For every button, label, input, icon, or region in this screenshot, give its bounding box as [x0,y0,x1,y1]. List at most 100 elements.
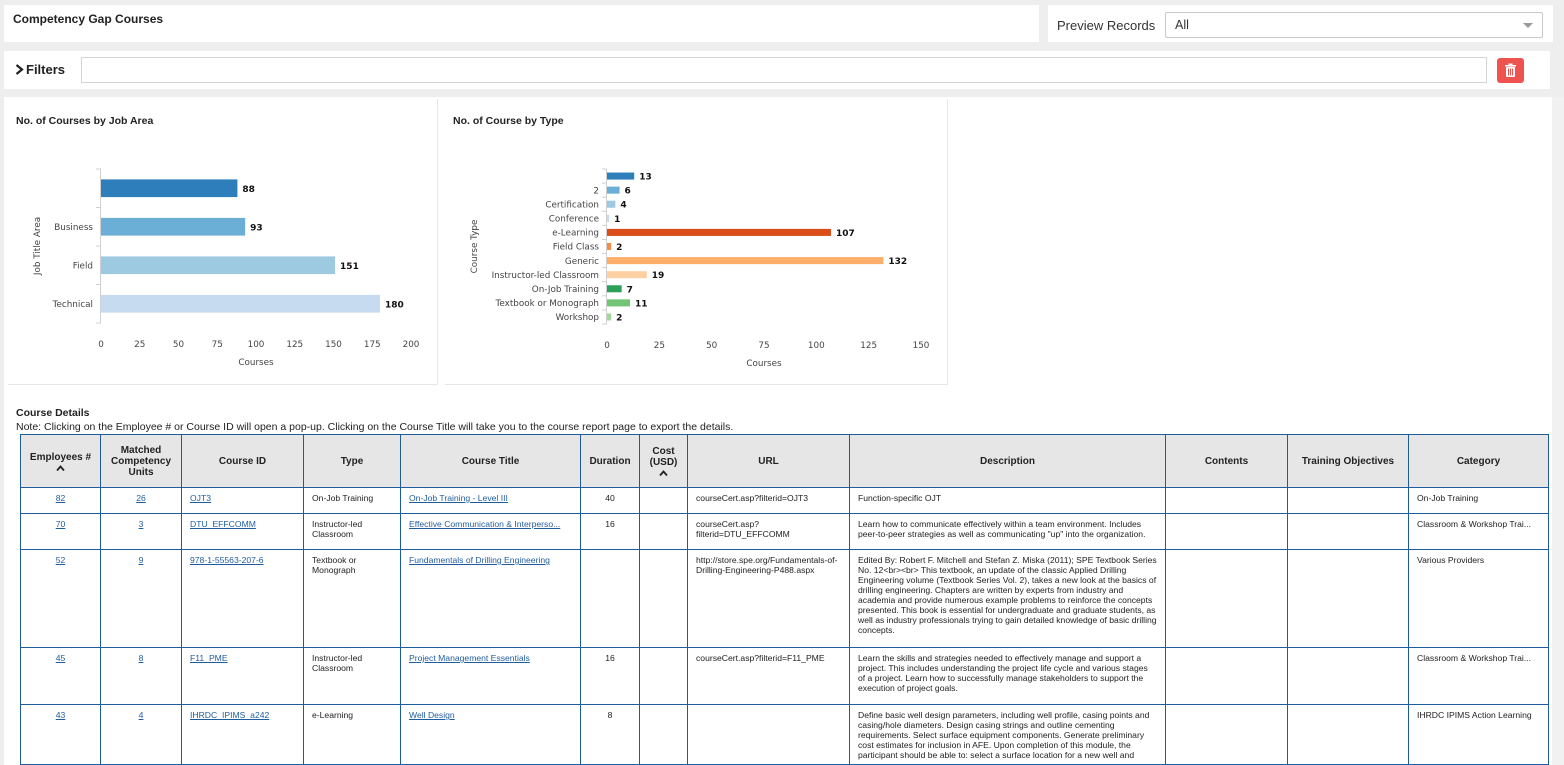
y-axis-title: Job Title Area [33,217,43,276]
table-cell: Classroom & Workshop Trai... [1408,647,1549,705]
table-cell: Project Management Essentials [400,647,581,705]
table-cell: Classroom & Workshop Trai... [1408,513,1549,550]
column-header-contents[interactable]: Contents [1165,434,1288,488]
header-panel: Competency Gap Courses [4,5,1039,42]
employee-count-link[interactable]: 82 [56,493,66,503]
bar [607,214,610,222]
bar [607,285,622,293]
column-header-type[interactable]: Type [303,434,401,488]
employee-count-link[interactable]: 43 [56,710,66,720]
course-title-link[interactable]: On-Job Training - Level III [409,493,572,503]
chevron-right-icon [15,64,24,75]
table-row: 45 8 F11_PME Instructor-led Classroom Projec… [20,647,1549,705]
table-row: 52 9 978-1-55563-207-6 Textbook or Monograp… [20,549,1549,648]
x-tick-label: 25 [134,340,145,350]
column-header-url[interactable]: URL [687,434,850,488]
data-label: 4 [620,201,626,211]
filters-input[interactable] [81,57,1487,83]
url-cell: courseCert.asp? filterid=DTU_EFFCOMM [696,519,790,539]
x-tick-label: 100 [808,341,825,351]
column-header-training-objectives[interactable]: Training Objectives [1287,434,1409,488]
table-cell: Edited By: Robert F. Mitchell and Stefan… [849,549,1166,648]
sort-ascending-icon [659,470,668,476]
table-cell [1165,549,1288,648]
vertical-scrollbar[interactable] [1552,97,1564,765]
table-cell [639,647,688,705]
description-cell: Learn the skills and strategies needed t… [858,653,1148,693]
x-tick-label: 50 [173,340,185,350]
preview-records-select[interactable]: All [1165,12,1543,38]
course-title-link[interactable]: Fundamentals of Drilling Engineering [409,555,572,565]
category-label: Certification [545,200,599,210]
duration-cell: 16 [605,519,615,529]
duration-cell: 40 [605,493,615,503]
preview-records-panel: Preview Records All [1048,5,1553,42]
data-label: 13 [639,173,652,183]
bar [101,217,246,236]
url-cell: http://store.spe.org/Fundamentals-of-Dri… [696,555,838,575]
table-cell: 16 [580,513,640,550]
chevron-down-icon [1523,23,1533,28]
course-details-table: Employees # Matched Competency Units Cou… [20,434,1549,765]
matched-units-link[interactable]: 26 [136,493,146,503]
bar [607,186,620,194]
duration-cell: 16 [605,653,615,663]
clear-filters-button[interactable] [1497,58,1524,83]
column-header-description[interactable]: Description [849,434,1166,488]
employee-count-link[interactable]: 52 [56,555,66,565]
employee-count-link[interactable]: 45 [56,653,66,663]
matched-units-link[interactable]: 3 [139,519,144,529]
course-type-cell: Textbook or Monograph [312,555,357,575]
x-tick-label: 0 [98,340,104,350]
course-id-link[interactable]: F11_PME [190,653,228,663]
table-cell: F11_PME [181,647,304,705]
x-axis-title: Courses [238,358,274,368]
table-cell [1165,487,1288,514]
matched-units-link[interactable]: 9 [139,555,144,565]
filters-toggle[interactable]: Filters [15,62,65,77]
table-cell: Learn how to communicate effectively wit… [849,513,1166,550]
table-cell: 4 [100,704,182,765]
employee-count-link[interactable]: 70 [56,519,66,529]
column-header-matched-units[interactable]: Matched Competency Units [100,434,182,488]
column-header-cost[interactable]: Cost (USD) [639,434,688,488]
chart-svg: 88 93 Business 151 Field 180 Technical 0 25 50 75 1… [33,168,420,368]
table-cell: Textbook or Monograph [303,549,401,648]
table-cell: 16 [580,647,640,705]
course-id-link[interactable]: OJT3 [190,493,211,503]
table-cell [1287,549,1409,648]
category-cell: IHRDC IPIMS Action Learning [1417,710,1532,720]
column-header-course-id[interactable]: Course ID [181,434,304,488]
filters-label: Filters [26,62,66,77]
table-cell: Effective Communication & Interperso... [400,513,581,550]
details-note: Note: Clicking on the Employee # or Cour… [16,421,734,433]
table-cell: On-Job Training [303,487,401,514]
table-cell [1165,513,1288,550]
course-title-link[interactable]: Project Management Essentials [409,653,572,663]
column-header-course-title[interactable]: Course Title [400,434,581,488]
category-label: Conference [549,215,599,225]
column-header-employees[interactable]: Employees # [20,434,101,488]
x-tick-label: 125 [860,341,877,351]
preview-records-label: Preview Records [1057,18,1156,33]
table-cell: Fundamentals of Drilling Engineering [400,549,581,648]
data-label: 6 [625,187,631,197]
course-title-link[interactable]: Effective Communication & Interperso... [409,519,572,529]
table-cell: 9 [100,549,182,648]
course-id-link[interactable]: 978-1-55563-207-6 [190,555,264,565]
category-label: e-Learning [552,229,599,239]
course-id-link[interactable]: IHRDC_IPIMS_a242 [190,710,269,720]
table-cell: 8 [100,647,182,705]
course-id-link[interactable]: DTU_EFFCOMM [190,519,256,529]
matched-units-link[interactable]: 8 [139,653,144,663]
data-label: 180 [385,300,404,310]
table-cell: http://store.spe.org/Fundamentals-of-Dri… [687,549,850,648]
matched-units-link[interactable]: 4 [139,710,144,720]
course-title-link[interactable]: Well Design [409,710,572,720]
description-cell: Edited By: Robert F. Mitchell and Stefan… [858,555,1157,635]
category-label: Technical [52,300,93,310]
column-header-duration[interactable]: Duration [580,434,640,488]
table-cell: DTU_EFFCOMM [181,513,304,550]
x-tick-label: 200 [403,340,420,350]
column-header-category[interactable]: Category [1408,434,1549,488]
